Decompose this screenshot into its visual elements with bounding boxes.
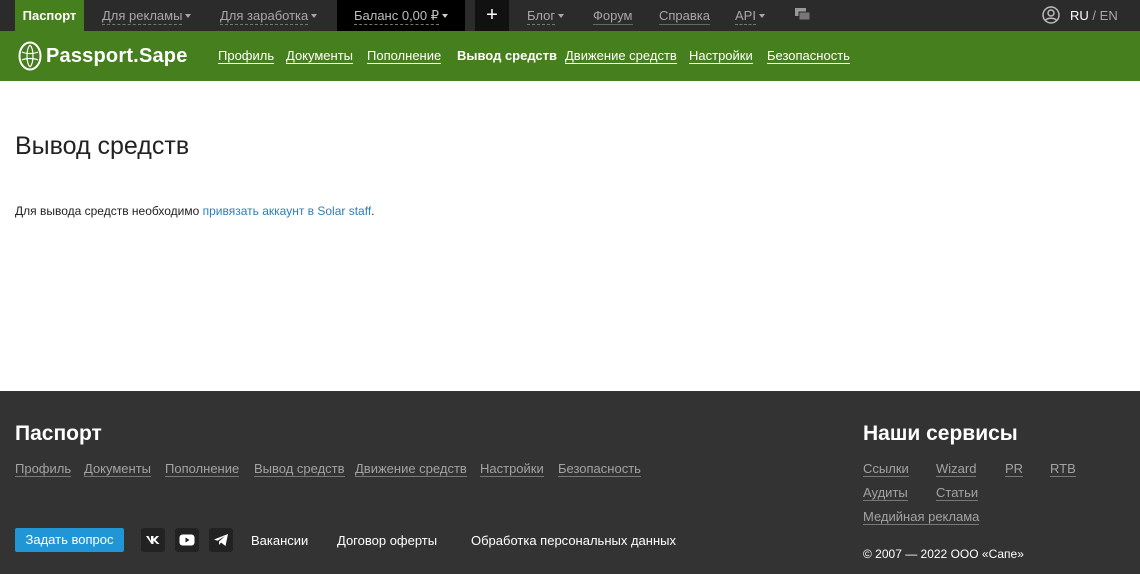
language-switch: RU / EN [1070, 0, 1118, 31]
ask-question-button[interactable]: Задать вопрос [15, 528, 124, 552]
service-rtb[interactable]: RTB [1050, 461, 1076, 477]
youtube-icon[interactable] [175, 528, 199, 552]
menu-for-ads[interactable]: Для рекламы [102, 0, 192, 31]
logo-text: Passport.Sape [46, 44, 188, 67]
footer-link-settings[interactable]: Настройки [480, 461, 544, 477]
logo[interactable]: Passport.Sape [18, 41, 188, 71]
footer-link-security[interactable]: Безопасность [558, 461, 641, 477]
vk-icon[interactable] [141, 528, 165, 552]
menu-blog-label: Блог [527, 8, 556, 25]
menu-api-label: API [735, 8, 756, 25]
lang-ru[interactable]: RU [1070, 8, 1089, 23]
nav-withdraw[interactable]: Вывод средств [457, 48, 557, 63]
footer-link-withdraw[interactable]: Вывод средств [254, 461, 345, 477]
service-wizard[interactable]: Wizard [936, 461, 977, 477]
footer: Паспорт Профиль Документы Пополнение Выв… [0, 391, 1140, 574]
footer-link-profile[interactable]: Профиль [15, 461, 72, 477]
chevron-down-icon [311, 14, 318, 18]
link-forum-label: Форум [593, 8, 633, 25]
chevron-down-icon [758, 14, 765, 18]
menu-for-ads-label: Для рекламы [102, 8, 183, 25]
main-header: Passport.Sape Профиль Документы Пополнен… [0, 31, 1140, 81]
service-links[interactable]: Ссылки [863, 461, 909, 477]
lang-en[interactable]: EN [1100, 8, 1118, 23]
nav-topup[interactable]: Пополнение [367, 48, 442, 64]
nav-settings[interactable]: Настройки [689, 48, 753, 64]
chevron-down-icon [442, 14, 449, 18]
plus-icon: + [486, 4, 498, 26]
nav-profile[interactable]: Профиль [218, 48, 275, 64]
chevron-down-icon [558, 14, 565, 18]
footer-link-transactions[interactable]: Движение средств [355, 461, 467, 477]
nav-transactions[interactable]: Движение средств [565, 48, 677, 64]
link-bind-solar-staff[interactable]: привязать аккаунт в Solar staff [203, 204, 372, 218]
menu-for-earning[interactable]: Для заработка [220, 0, 318, 31]
link-help-label: Справка [659, 8, 710, 25]
footer-services-heading: Наши сервисы [863, 422, 1018, 445]
chevron-down-icon [185, 14, 192, 18]
footer-passport-heading: Паспорт [15, 422, 102, 445]
balance-dropdown[interactable]: Баланс 0,00 ₽ [337, 0, 465, 31]
footer-link-personal-data[interactable]: Обработка персональных данных [471, 533, 676, 548]
footer-link-topup[interactable]: Пополнение [165, 461, 240, 477]
chat-icon[interactable] [794, 0, 812, 31]
link-help[interactable]: Справка [659, 0, 710, 31]
nav-documents[interactable]: Документы [286, 48, 354, 64]
tab-passport[interactable]: Паспорт [15, 0, 84, 31]
nav-security[interactable]: Безопасность [767, 48, 850, 64]
footer-link-vacancies[interactable]: Вакансии [251, 533, 308, 548]
footer-link-documents[interactable]: Документы [84, 461, 152, 477]
user-circle-icon[interactable] [1042, 0, 1060, 31]
service-pr[interactable]: PR [1005, 461, 1024, 477]
tab-passport-label: Паспорт [22, 8, 77, 23]
balance-label: Баланс 0,00 ₽ [353, 8, 440, 25]
notice-end: . [371, 204, 375, 218]
service-audits[interactable]: Аудиты [863, 485, 908, 501]
notice-text: Для вывода средств необходимо [15, 204, 203, 218]
lang-separator: / [1092, 8, 1097, 23]
top-bar: Паспорт Для рекламы Для заработка Баланс… [0, 0, 1140, 31]
telegram-icon[interactable] [209, 528, 233, 552]
copyright: © 2007 — 2022 ООО «Сапе» [863, 547, 1024, 561]
menu-for-earning-label: Для заработка [220, 8, 309, 25]
footer-link-offer[interactable]: Договор оферты [337, 533, 437, 548]
menu-blog[interactable]: Блог [527, 0, 565, 31]
menu-api[interactable]: API [735, 0, 765, 31]
service-articles[interactable]: Статьи [936, 485, 979, 501]
link-forum[interactable]: Форум [593, 0, 633, 31]
service-media-ads[interactable]: Медийная реклама [863, 509, 980, 525]
logo-icon [18, 41, 42, 71]
page-title: Вывод средств [15, 132, 190, 160]
withdraw-notice: Для вывода средств необходимо привязать … [15, 204, 375, 218]
add-button[interactable]: + [475, 0, 509, 31]
